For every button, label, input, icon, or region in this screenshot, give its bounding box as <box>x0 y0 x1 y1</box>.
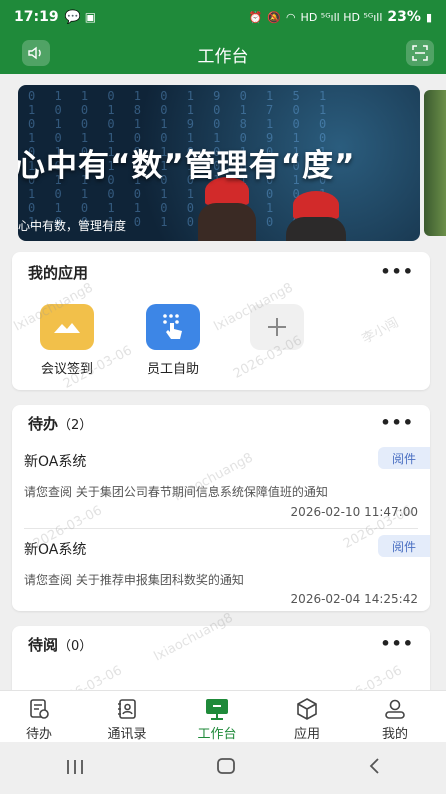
back-button[interactable] <box>367 756 381 780</box>
todo-tag: 阅件 <box>378 447 430 469</box>
my-apps-card: 我的应用 ••• 会议签到 员工自助 <box>12 252 430 390</box>
speaker-button[interactable] <box>22 40 50 66</box>
todo-desc: 请您查阅 关于推荐申报集团科数奖的通知 <box>24 573 244 587</box>
tab-todo[interactable]: 待办 <box>4 697 74 742</box>
home-icon <box>217 758 235 774</box>
tab-contacts[interactable]: 通讯录 <box>92 697 162 742</box>
todo-source: 新OA系统 <box>24 454 87 470</box>
promo-banner[interactable]: 0 1 1 0 1 0 1 9 0 1 5 1 1 0 0 1 8 0 1 0 … <box>18 85 420 241</box>
todo-count: （2） <box>58 418 93 433</box>
my-apps-more-button[interactable]: ••• <box>380 262 414 281</box>
todo-icon <box>4 697 74 721</box>
status-time: 17:19 <box>14 9 59 25</box>
plus-icon <box>250 304 304 350</box>
todo-item[interactable]: 新OA系统 阅件 请您查阅 关于集团公司春节期间信息系统保障值班的通知 2026… <box>12 443 430 523</box>
tab-workbench[interactable]: 工作台 <box>182 697 252 742</box>
system-nav-bar <box>0 742 446 794</box>
app-employee-self-service[interactable]: 员工自助 <box>138 304 208 377</box>
worker-left <box>198 203 256 241</box>
battery-icon: ▮ <box>425 10 432 24</box>
profile-icon <box>360 697 430 721</box>
tab-label: 待办 <box>25 727 52 742</box>
todo-title: 待办（2） <box>28 413 92 434</box>
apps-icon <box>272 697 342 721</box>
home-button[interactable] <box>216 756 236 780</box>
banner-title: 心中有“数”管理有“度” <box>18 148 356 184</box>
signal-indicators: HD ⁵ᴳıll HD ⁵ᴳıll <box>300 10 383 24</box>
to-read-title-text: 待阅 <box>28 636 59 654</box>
app-label: 员工自助 <box>146 362 199 377</box>
todo-desc: 请您查阅 关于集团公司春节期间信息系统保障值班的通知 <box>24 485 328 499</box>
tab-profile[interactable]: 我的 <box>360 697 430 742</box>
tap-hand-icon <box>146 304 200 350</box>
bottom-tab-bar: 待办 通讯录 工作台 应用 我的 <box>0 690 446 742</box>
tab-label: 工作台 <box>197 727 237 742</box>
todo-time: 2026-02-04 14:25:42 <box>290 592 418 606</box>
gallery-icon: ▣ <box>84 10 97 24</box>
app-meeting-checkin[interactable]: 会议签到 <box>32 304 102 377</box>
status-bar: 17:19 💬 ▣ ⏰ 🔕 ◠ HD ⁵ᴳıll HD ⁵ᴳıll 23% ▮ <box>0 0 446 34</box>
next-banner-peek[interactable] <box>424 90 446 236</box>
speaker-icon <box>28 46 41 60</box>
todo-tag: 阅件 <box>378 535 430 557</box>
battery-level: 23% <box>387 9 421 25</box>
hard-hat-right <box>293 191 339 219</box>
contacts-icon <box>92 697 162 721</box>
page-title: 工作台 <box>197 46 249 67</box>
my-apps-title: 我的应用 <box>28 264 89 282</box>
tab-label: 我的 <box>381 727 408 742</box>
tab-apps[interactable]: 应用 <box>272 697 342 742</box>
banner-subtitle: 心中有数，管理有度 <box>18 219 127 233</box>
workbench-icon <box>182 697 252 721</box>
app-label: 会议签到 <box>40 362 93 377</box>
to-read-count: （0） <box>58 639 93 654</box>
add-app-button[interactable] <box>242 304 312 358</box>
mute-icon: 🔕 <box>267 10 281 24</box>
wifi-icon: ◠ <box>285 10 296 24</box>
todo-time: 2026-02-10 11:47:00 <box>290 505 418 519</box>
message-icon: 💬 <box>64 9 81 25</box>
todo-source: 新OA系统 <box>24 542 87 558</box>
recent-apps-icon <box>67 760 84 774</box>
scan-icon <box>412 45 428 61</box>
todo-more-button[interactable]: ••• <box>380 413 414 432</box>
todo-title-text: 待办 <box>28 415 59 433</box>
todo-card: 待办（2） ••• 新OA系统 阅件 请您查阅 关于集团公司春节期间信息系统保障… <box>12 405 430 611</box>
scan-button[interactable] <box>406 40 434 66</box>
back-icon <box>369 758 379 774</box>
alarm-icon: ⏰ <box>248 10 263 24</box>
recent-apps-button[interactable] <box>65 756 85 780</box>
app-header: 工作台 <box>0 34 446 74</box>
worker-right <box>286 217 346 241</box>
todo-item[interactable]: 新OA系统 阅件 请您查阅 关于推荐申报集团科数奖的通知 2026-02-04 … <box>12 529 430 609</box>
tab-label: 通讯录 <box>107 727 147 742</box>
tab-label: 应用 <box>293 727 320 742</box>
meeting-checkin-icon <box>40 304 94 350</box>
to-read-title: 待阅（0） <box>28 634 92 655</box>
to-read-more-button[interactable]: ••• <box>380 634 414 653</box>
